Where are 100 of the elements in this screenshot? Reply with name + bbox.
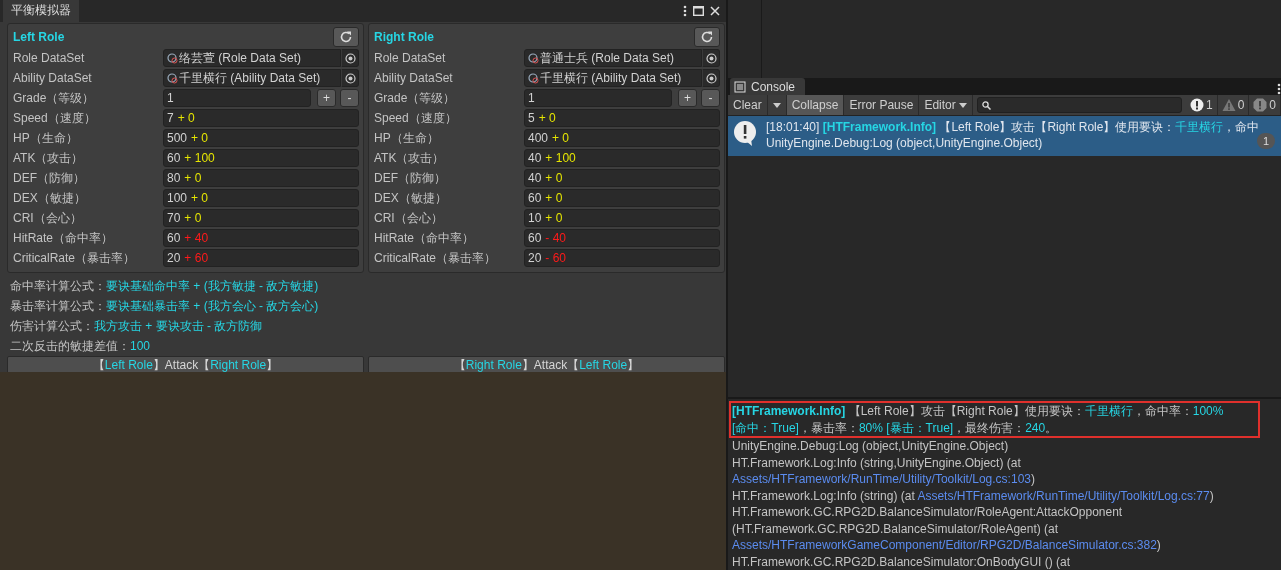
caret-icon [772, 102, 781, 108]
stat-label: CriticalRate（暴击率） [374, 249, 497, 267]
log-message: UnityEngine.Debug:Log (object,UnityEngine.Object) [766, 135, 1044, 152]
number-field[interactable]: 1 [163, 89, 311, 107]
stat-field: 60 + 100 [163, 149, 359, 167]
number-field[interactable]: 1 [524, 89, 672, 107]
field-label: Grade（等级） [13, 89, 96, 107]
asset-icon [167, 72, 178, 84]
decrement-button[interactable]: - [340, 89, 359, 107]
asset-icon [528, 52, 539, 64]
stat-label: ATK（攻击） [13, 149, 85, 167]
console-tab[interactable]: Console [730, 78, 806, 96]
close-icon[interactable] [710, 6, 720, 16]
list-icon [734, 81, 746, 94]
refresh-icon [700, 30, 714, 44]
field-label: Ability DataSet [13, 71, 93, 85]
caret-icon [958, 102, 967, 108]
source-link[interactable]: Assets/HTFrameworkGameComponent/Editor/RPG2D/BalanceSimulator.cs:382 [732, 538, 1157, 552]
stat-field: 7 + 0 [163, 109, 359, 127]
object-field[interactable]: 普通士兵 (Role Data Set) [524, 49, 702, 67]
log-detail-line: HT.Framework.Log:Info (string) (at Assets/HTFramework/RunTime/Utility/Toolkit/Log.cs:77) [732, 487, 1215, 504]
refresh-button[interactable] [333, 27, 359, 47]
error-icon [1253, 98, 1268, 113]
stat-field: 40 + 0 [524, 169, 720, 187]
stat-label: CRI（会心） [374, 209, 444, 227]
info-icon [1189, 98, 1204, 113]
stat-label: DEF（防御） [374, 169, 447, 187]
toolbar-button[interactable]: Collapse [786, 95, 845, 116]
stat-label: CriticalRate（暴击率） [13, 249, 136, 267]
refresh-icon [339, 30, 353, 44]
stat-field: 20 + 60 [163, 249, 359, 267]
target-icon [705, 52, 717, 64]
stat-field: 40 + 100 [524, 149, 720, 167]
search-icon [981, 100, 991, 110]
stat-label: HP（生命） [13, 129, 79, 147]
source-link[interactable]: Assets/HTFramework/RunTime/Utility/Toolkit/Log.cs:77 [917, 488, 1210, 503]
increment-button[interactable]: + [317, 89, 336, 107]
formula-text: 命中率计算公式：要诀基础命中率 + (我方敏捷 - 敌方敏捷) [10, 278, 320, 295]
stat-field: 70 + 0 [163, 209, 359, 227]
count-badge: 1 [1257, 133, 1275, 150]
field-label: Ability DataSet [374, 71, 454, 85]
stat-label: Speed（速度） [374, 109, 458, 127]
field-label: Role DataSet [374, 51, 447, 65]
decrement-button[interactable]: - [701, 89, 720, 107]
target-icon [705, 72, 717, 84]
formula-text: 二次反击的敏捷差值：100 [10, 338, 152, 355]
log-detail-line: UnityEngine.Debug:Log (object,UnityEngine.Object) [732, 438, 1010, 455]
refresh-button[interactable] [694, 27, 720, 47]
window-tab[interactable]: 平衡模拟器 [3, 0, 79, 22]
maximize-icon[interactable] [693, 6, 704, 16]
stat-field: 500 + 0 [163, 129, 359, 147]
role-title: Left Role [13, 30, 65, 44]
target-icon [344, 72, 356, 84]
more-icon[interactable] [1277, 83, 1281, 96]
field-label: Grade（等级） [374, 89, 457, 107]
source-link[interactable]: Assets/HTFramework/RunTime/Utility/Toolkit/Log.cs:103 [732, 472, 1031, 486]
stat-field: 100 + 0 [163, 189, 359, 207]
stat-label: HitRate（命中率） [374, 229, 475, 247]
stat-field: 60 + 0 [524, 189, 720, 207]
field-label: Role DataSet [13, 51, 86, 65]
target-icon [344, 52, 356, 64]
stat-field: 60 + 40 [163, 229, 359, 247]
stat-label: HP（生命） [374, 129, 440, 147]
role-title: Right Role [374, 30, 434, 44]
log-detail-line: [HTFramework.Info] 【Left Role】攻击【Right Role】使用要诀：千里横行，命中率：100% [732, 403, 1225, 420]
log-detail-line: HT.Framework.GC.RPG2D.BalanceSimulator/RoleAgent:AttackOpponent [732, 504, 1124, 521]
stat-field: 80 + 0 [163, 169, 359, 187]
log-detail-line: Assets/HTFramework/RunTime/Utility/Toolkit/Log.cs:103) [732, 471, 1036, 488]
picker-button[interactable] [341, 69, 359, 87]
asset-icon [167, 52, 178, 64]
picker-button[interactable] [341, 49, 359, 67]
asset-icon [528, 72, 539, 84]
log-detail-line: HT.Framework.GC.RPG2D.BalanceSimulator:OnBodyGUI () (at [732, 553, 1072, 570]
picker-button[interactable] [702, 69, 720, 87]
formula-text: 伤害计算公式：我方攻击 + 要诀攻击 - 敌方防御 [10, 318, 264, 335]
log-detail-line: HT.Framework.Log:Info (string,UnityEngine.Object) (at [732, 454, 1022, 471]
log-detail-line: Assets/HTFrameworkGameComponent/Editor/RPG2D/BalanceSimulator.cs:382) [732, 537, 1162, 554]
object-field[interactable]: 千里横行 (Ability Data Set) [163, 69, 341, 87]
log-entry[interactable]: [18:01:40] [HTFramework.Info] 【Left Role】攻击【Right Role】使用要诀：千里横行，命中 UnityEngine.Debug:Log (object,UnityEngine.Object) 1 [728, 116, 1281, 157]
log-detail-line: [命中：True]，暴击率：80% [暴击：True]，最终伤害：240。 [732, 419, 1059, 436]
stat-field: 400 + 0 [524, 129, 720, 147]
log-detail-line: (HT.Framework.GC.RPG2D.BalanceSimulator/RoleAgent) (at [732, 520, 1060, 537]
stat-label: CRI（会心） [13, 209, 83, 227]
stat-label: HitRate（命中率） [13, 229, 114, 247]
stat-field: 10 + 0 [524, 209, 720, 227]
object-field[interactable]: 千里横行 (Ability Data Set) [524, 69, 702, 87]
formula-text: 暴击率计算公式：要诀基础暴击率 + (我方会心 - 敌方会心) [10, 298, 320, 315]
stat-label: DEF（防御） [13, 169, 86, 187]
increment-button[interactable]: + [678, 89, 697, 107]
stat-field: 5 + 0 [524, 109, 720, 127]
stat-field: 60 - 40 [524, 229, 720, 247]
picker-button[interactable] [702, 49, 720, 67]
search-field[interactable] [976, 97, 1182, 114]
stat-label: DEX（敏捷） [374, 189, 448, 207]
stat-field: 20 - 60 [524, 249, 720, 267]
stat-label: ATK（攻击） [374, 149, 446, 167]
object-field[interactable]: 络芸萱 (Role Data Set) [163, 49, 341, 67]
stat-label: DEX（敏捷） [13, 189, 87, 207]
stat-label: Speed（速度） [13, 109, 97, 127]
more-icon[interactable] [683, 5, 687, 17]
